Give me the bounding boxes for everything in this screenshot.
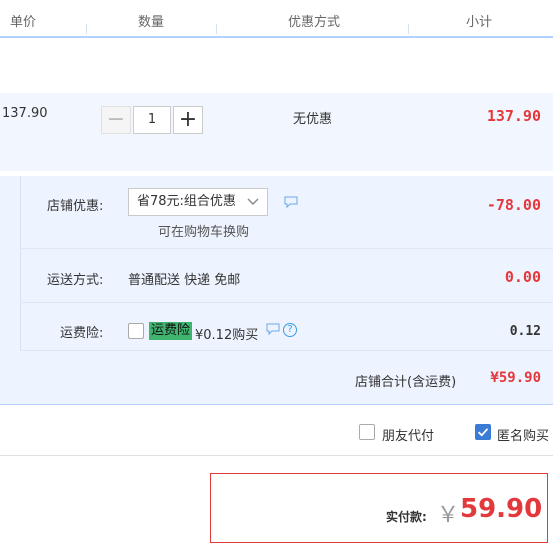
insurance-checkbox[interactable] bbox=[128, 323, 144, 339]
insurance-value: 0.12 bbox=[509, 324, 541, 339]
order-item-row bbox=[0, 93, 553, 171]
anonymous-checkbox[interactable] bbox=[475, 424, 491, 440]
chat-icon[interactable] bbox=[266, 323, 280, 339]
insurance-tag: 运费险 bbox=[149, 322, 193, 340]
table-header: 单价 数量 优惠方式 小计 bbox=[0, 0, 553, 38]
store-discount-select[interactable]: 省78元:组合优惠 bbox=[128, 188, 268, 216]
shipping-method: 普通配送 快递 免邮 bbox=[128, 273, 241, 288]
store-discount-hint: 可在购物车换购 bbox=[158, 225, 250, 240]
help-icon[interactable]: ? bbox=[283, 323, 297, 337]
insurance-label: 运费险: bbox=[60, 326, 104, 341]
divider bbox=[0, 455, 553, 456]
shipping-label: 运送方式: bbox=[47, 273, 104, 288]
header-quantity: 数量 bbox=[138, 15, 165, 30]
item-subtotal: 137.90 bbox=[486, 107, 541, 125]
quantity-increase-button[interactable]: + bbox=[173, 106, 203, 134]
payment-currency: ￥ bbox=[437, 503, 460, 528]
chat-icon[interactable] bbox=[284, 196, 298, 212]
header-subtotal: 小计 bbox=[466, 15, 493, 30]
header-unit-price: 单价 bbox=[10, 15, 37, 30]
store-total-value: ¥59.90 bbox=[490, 370, 541, 386]
payment-amount: 59.90 bbox=[460, 494, 543, 524]
store-total-label: 店铺合计(含运费) bbox=[355, 375, 457, 390]
chevron-down-icon bbox=[247, 189, 259, 224]
check-icon bbox=[477, 428, 489, 437]
insurance-price: ¥0.12购买 bbox=[195, 328, 259, 343]
payment-label: 实付款: bbox=[386, 510, 427, 524]
friend-pay-label[interactable]: 朋友代付 bbox=[382, 425, 434, 444]
anonymous-label[interactable]: 匿名购买 bbox=[497, 425, 549, 444]
quantity-input[interactable]: 1 bbox=[133, 106, 171, 134]
shipping-value: 0.00 bbox=[504, 268, 541, 286]
quantity-decrease-button[interactable]: − bbox=[101, 106, 131, 134]
unit-price: 137.90 bbox=[2, 106, 48, 121]
friend-pay-checkbox[interactable] bbox=[359, 424, 375, 440]
store-discount-value: -78.00 bbox=[486, 196, 541, 214]
header-promotion: 优惠方式 bbox=[288, 15, 341, 30]
item-promotion: 无优惠 bbox=[293, 112, 333, 127]
store-discount-selected: 省78元:组合优惠 bbox=[137, 194, 236, 209]
store-discount-label: 店铺优惠: bbox=[47, 199, 104, 214]
